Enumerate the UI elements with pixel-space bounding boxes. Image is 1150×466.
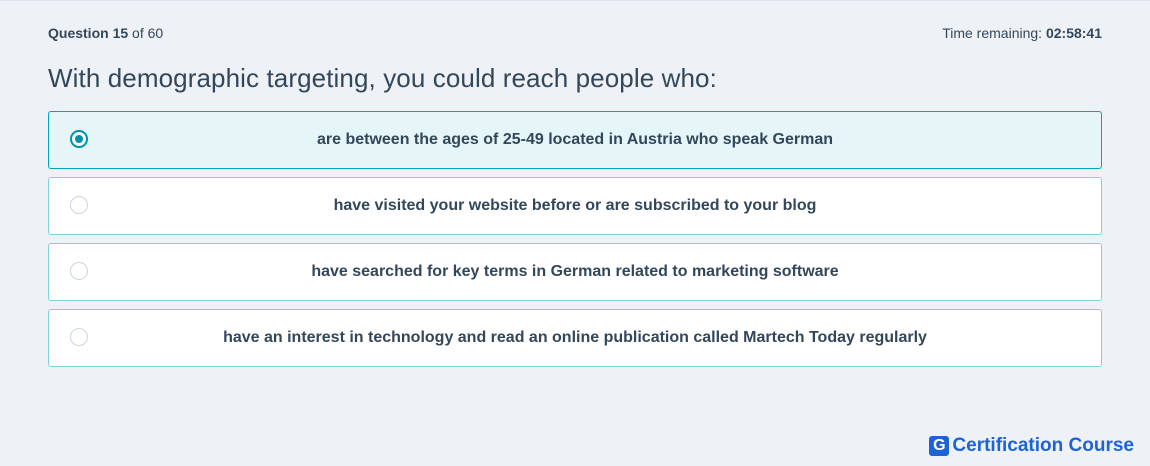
radio-selected-dot xyxy=(75,135,83,143)
answer-label: have searched for key terms in German re… xyxy=(311,263,839,280)
time-value: 02:58:41 xyxy=(1045,25,1102,41)
answer-option-3[interactable]: have searched for key terms in German re… xyxy=(48,243,1102,301)
question-number: 15 xyxy=(112,25,129,41)
answer-option-2[interactable]: have visited your website before or are … xyxy=(48,177,1102,235)
question-prefix: Question xyxy=(48,25,109,41)
question-text: With demographic targeting, you could re… xyxy=(48,63,717,93)
answer-label: have an interest in technology and read … xyxy=(223,329,927,346)
brand-logo: G Certification Course xyxy=(929,435,1134,457)
radio-button[interactable] xyxy=(70,262,88,280)
quiz-header: Question 15 of 60 Time remaining: 02:58:… xyxy=(48,25,1102,43)
time-label: Time remaining: xyxy=(942,25,1043,41)
question-counter: Question 15 of 60 xyxy=(48,25,163,41)
brand-g-icon: G xyxy=(929,436,950,456)
radio-button[interactable] xyxy=(70,328,88,346)
answer-label: are between the ages of 25-49 located in… xyxy=(316,131,834,148)
answer-option-4[interactable]: have an interest in technology and read … xyxy=(48,309,1102,367)
question-total: of 60 xyxy=(132,25,164,41)
brand-name: Certification Course xyxy=(952,435,1134,456)
radio-button[interactable] xyxy=(70,130,88,148)
radio-button[interactable] xyxy=(70,196,88,214)
answer-option-1[interactable]: are between the ages of 25-49 located in… xyxy=(48,111,1102,169)
time-remaining: Time remaining: 02:58:41 xyxy=(942,25,1102,41)
answer-options: are between the ages of 25-49 located in… xyxy=(48,111,1102,375)
answer-label: have visited your website before or are … xyxy=(333,197,817,214)
